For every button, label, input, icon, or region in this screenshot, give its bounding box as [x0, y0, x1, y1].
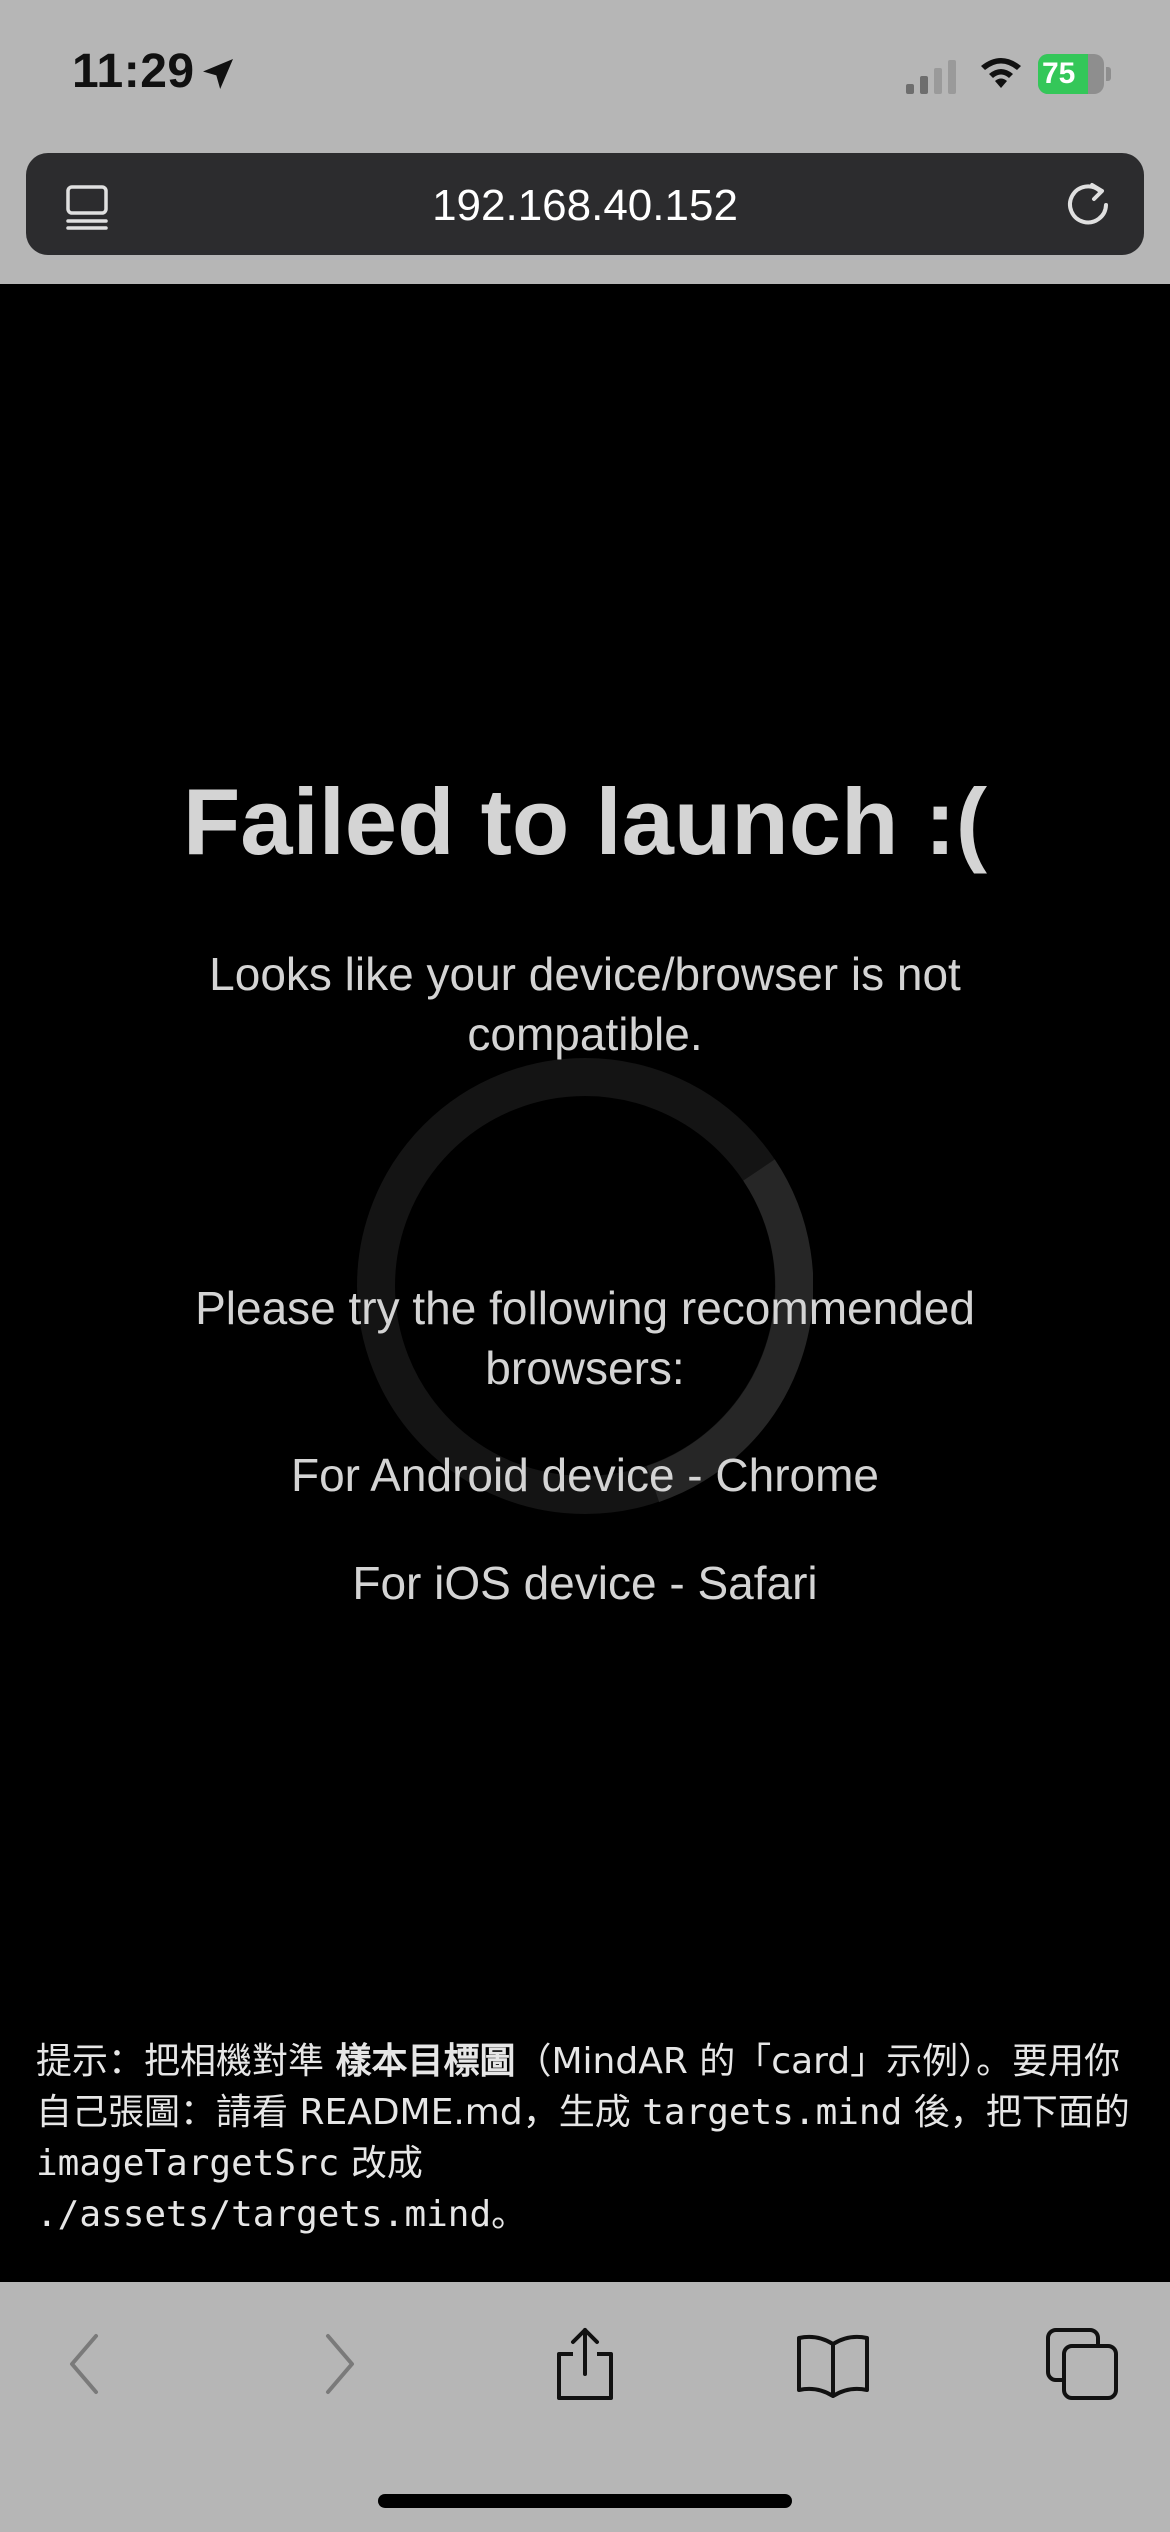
hint-code-path: ./assets/targets.mind: [36, 2194, 492, 2235]
hint-suffix: 。: [491, 2194, 528, 2235]
address-bar[interactable]: 192.168.40.152: [26, 153, 1144, 255]
chevron-left-icon[interactable]: [46, 2324, 126, 2404]
hint-text: 提示：把相機對準 樣本目標圖（MindAR 的「card」示例）。要用你自己張圖…: [36, 2036, 1136, 2240]
error-message: Looks like your device/browser is not co…: [209, 948, 961, 1060]
hint-mid-3: 改成: [339, 2143, 423, 2184]
share-icon[interactable]: [545, 2324, 625, 2404]
tabs-icon[interactable]: [1042, 2324, 1122, 2404]
reload-icon[interactable]: [1062, 179, 1114, 231]
error-title: Failed to launch :(: [182, 769, 988, 874]
address-area: 192.168.40.152: [0, 150, 1170, 284]
url-text[interactable]: 192.168.40.152: [26, 181, 1144, 231]
battery-cap: [1106, 67, 1111, 81]
hint-prefix: 提示：把相機對準: [36, 2041, 336, 2082]
hint-code-src: imageTargetSrc: [36, 2143, 340, 2184]
status-bar: 11:29 75: [0, 0, 1170, 150]
cellular-signal-icon: [906, 60, 956, 94]
chevron-right-icon[interactable]: [298, 2324, 378, 2404]
page-content: Failed to launch :( Looks like your devi…: [0, 284, 1170, 2282]
hint-code-targets: targets.mind: [642, 2092, 903, 2133]
browser-recommendation-android: For Android device - Chrome: [290, 1449, 880, 1501]
home-indicator[interactable]: [378, 2494, 792, 2508]
book-icon[interactable]: [793, 2324, 873, 2404]
battery-body: 75: [1038, 54, 1104, 94]
recommend-intro: Please try the following recommended bro…: [195, 1282, 975, 1394]
browser-recommendation-ios: For iOS device - Safari: [352, 1557, 818, 1609]
battery-indicator: 75: [1038, 54, 1111, 94]
location-arrow-icon: [203, 59, 233, 89]
hint-mid-2: 後，把下面的: [902, 2092, 1130, 2133]
wifi-icon: [981, 58, 1021, 88]
hint-bold-target: 樣本目標圖: [335, 2041, 516, 2082]
status-time: 11:29: [72, 45, 195, 98]
battery-level: 75: [1042, 57, 1076, 90]
bottom-toolbar: [0, 2282, 1170, 2532]
